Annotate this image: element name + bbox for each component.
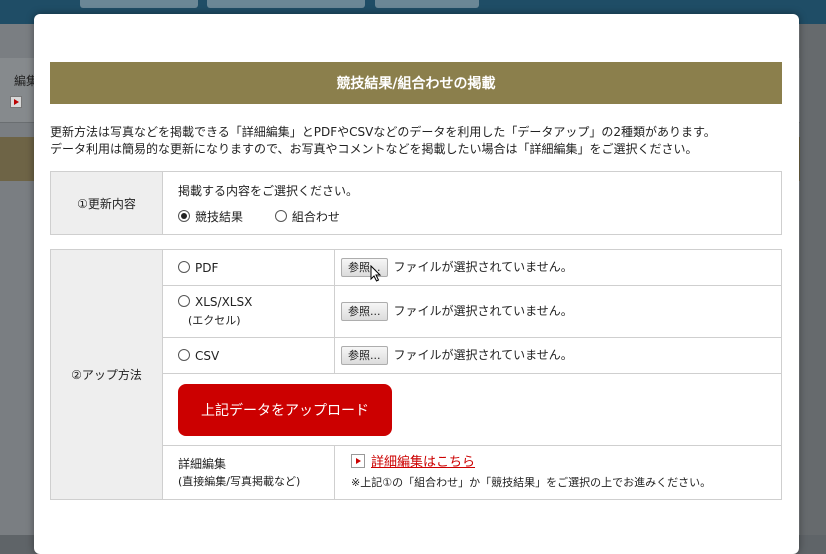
radio-unchecked-icon <box>178 260 190 273</box>
intro-line: 更新方法は写真などを掲載できる「詳細編集」とPDFやCSVなどのデータを利用した… <box>50 125 716 139</box>
detail-link-cell: 詳細編集はこちら ※上記①の「組合わせ」か「競技結果」をご選択の上でお進みくださ… <box>334 445 782 500</box>
background-tab <box>207 0 365 8</box>
detail-edit-link[interactable]: 詳細編集はこちら <box>371 455 475 470</box>
content-options-cell: 掲載する内容をご選択ください。 競技結果 組合わせ <box>162 171 782 235</box>
radio-xls[interactable]: XLS/XLSX <box>178 295 252 309</box>
detail-label: 詳細編集 <box>178 456 227 471</box>
detail-sublabel: (直接編集/写真掲載など) <box>178 474 301 488</box>
file-cell: 参照... ファイルが選択されていません。 <box>334 337 782 374</box>
intro-line: データ利用は簡易的な更新になりますので、お写真やコメントなどを掲載したい場合は「… <box>50 142 698 156</box>
modal-dialog: 競技結果/組合わせの掲載 更新方法は写真などを掲載できる「詳細編集」とPDFやC… <box>34 14 799 554</box>
detail-label-cell: 詳細編集 (直接編集/写真掲載など) <box>162 445 335 500</box>
play-arrow-icon <box>351 454 365 468</box>
detail-note: ※上記①の「組合わせ」か「競技結果」をご選択の上でお進みください。 <box>351 476 712 489</box>
upload-button[interactable]: 上記データをアップロード <box>178 383 392 436</box>
browse-label: 参照... <box>348 305 381 318</box>
radio-unchecked-icon <box>178 348 190 361</box>
radio-csv[interactable]: CSV <box>178 348 220 363</box>
no-file-text: ファイルが選択されていません。 <box>393 348 573 362</box>
no-file-text: ファイルが選択されていません。 <box>393 260 573 274</box>
format-label: CSV <box>195 348 220 363</box>
format-label: XLS/XLSX <box>195 295 253 309</box>
format-cell: CSV <box>162 337 335 374</box>
browse-button[interactable]: 参照... <box>341 258 388 282</box>
radio-label: 競技結果 <box>195 209 244 224</box>
format-sublabel: (エクセル) <box>188 314 241 327</box>
file-cell: 参照... ファイルが選択されていません。 <box>334 249 782 286</box>
radio-unchecked-icon <box>178 295 190 307</box>
background-tab <box>375 0 479 8</box>
radio-pdf[interactable]: PDF <box>178 260 219 275</box>
browse-button[interactable]: 参照... <box>341 346 388 365</box>
upload-section-header: ②アップ方法 <box>50 249 163 500</box>
upload-button-cell: 上記データをアップロード <box>162 373 782 446</box>
content-prompt: 掲載する内容をご選択ください。 <box>178 183 359 198</box>
background-link-icon <box>10 96 22 108</box>
radio-result[interactable]: 競技結果 <box>178 209 247 224</box>
radio-pairing[interactable]: 組合わせ <box>274 209 340 224</box>
content-table: ①更新内容 掲載する内容をご選択ください。 競技結果 組合わせ <box>50 171 782 235</box>
content-section-header: ①更新内容 <box>50 171 163 235</box>
modal-title: 競技結果/組合わせの掲載 <box>50 62 782 104</box>
upload-table: ②アップ方法 PDF 参照... ファイルが選択されていません。 XLS/XLS… <box>50 249 782 500</box>
mouse-pointer-icon <box>370 265 382 282</box>
content-options: 競技結果 組合わせ <box>178 208 780 225</box>
format-cell: PDF <box>162 249 335 286</box>
format-cell: XLS/XLSX (エクセル) <box>162 285 335 338</box>
radio-unchecked-icon <box>274 209 287 222</box>
browse-button[interactable]: 参照... <box>341 302 388 321</box>
file-cell: 参照... ファイルが選択されていません。 <box>334 285 782 338</box>
format-label: PDF <box>195 260 219 275</box>
radio-label: 組合わせ <box>291 209 340 224</box>
browse-label: 参照... <box>348 349 381 362</box>
background-right-edge <box>800 24 826 535</box>
background-tab <box>80 0 198 8</box>
detail-link-row: 詳細編集はこちら <box>351 452 780 473</box>
no-file-text: ファイルが選択されていません。 <box>393 304 573 318</box>
radio-checked-icon <box>178 209 190 222</box>
intro-text: 更新方法は写真などを掲載できる「詳細編集」とPDFやCSVなどのデータを利用した… <box>50 124 790 158</box>
